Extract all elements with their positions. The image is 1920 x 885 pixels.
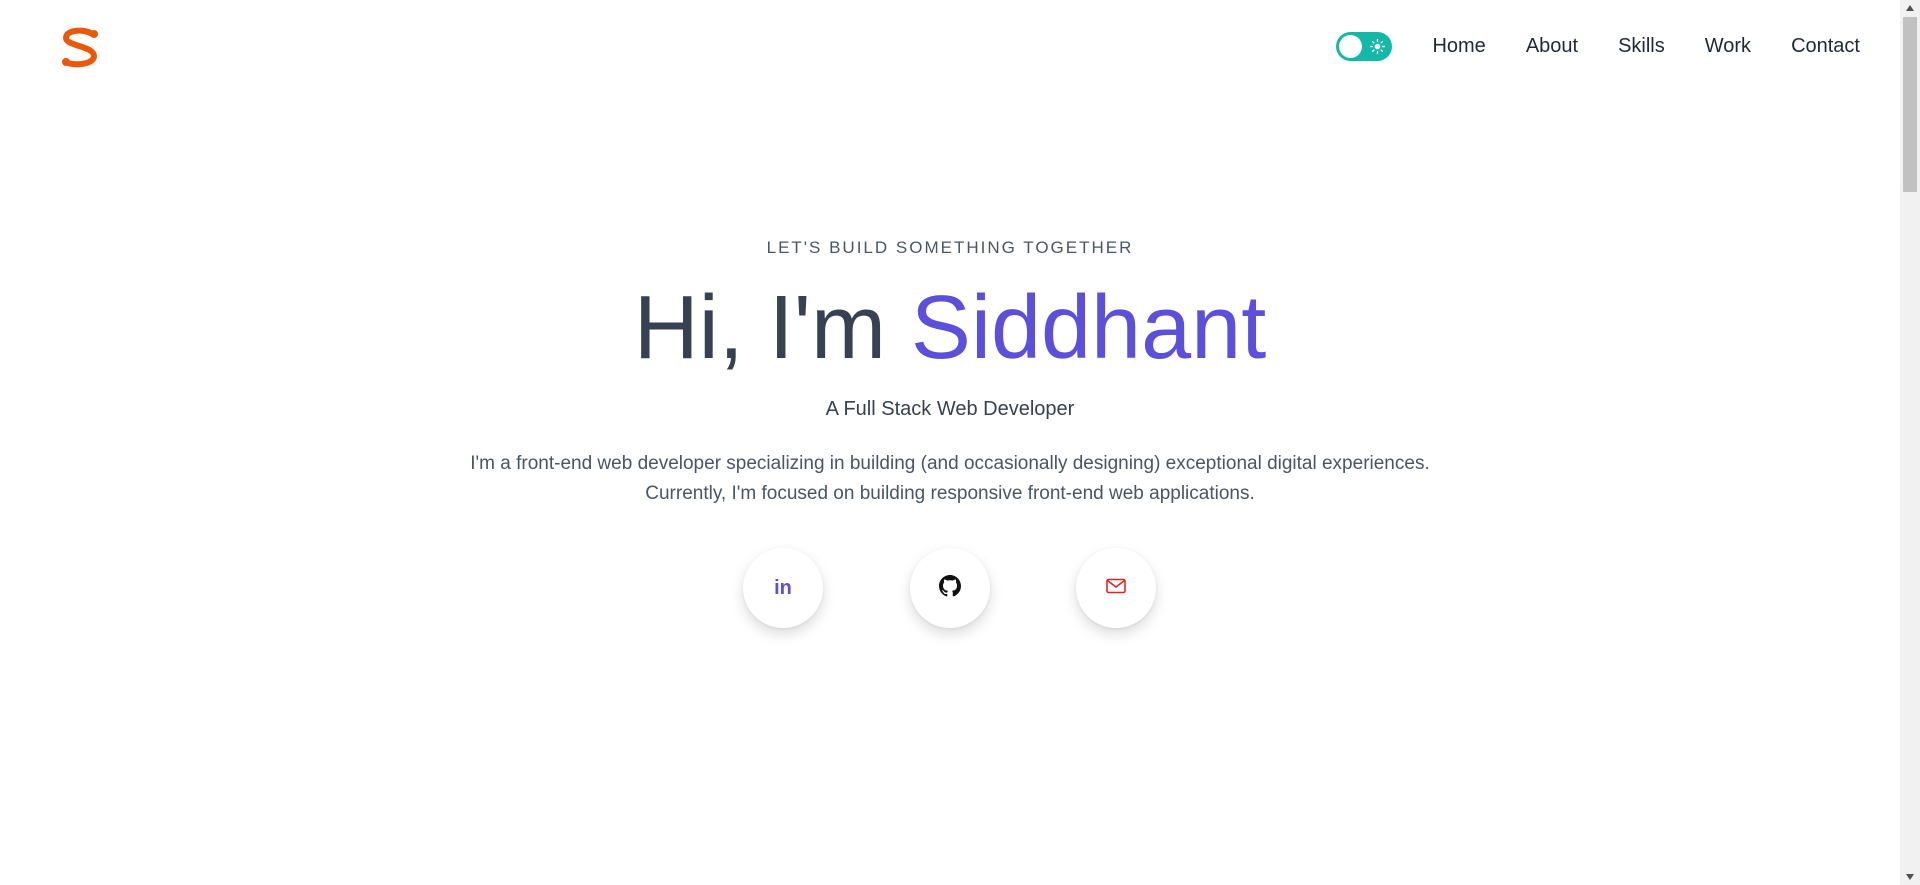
nav-about[interactable]: About <box>1526 35 1578 58</box>
s-logo-icon[interactable] <box>58 26 106 70</box>
nav-skills[interactable]: Skills <box>1618 35 1665 58</box>
page: Home About Skills Work Contact LET'S BUI… <box>0 0 1900 885</box>
github-icon <box>939 574 961 602</box>
nav-home[interactable]: Home <box>1432 35 1485 58</box>
hero-eyebrow: LET'S BUILD SOMETHING TOGETHER <box>766 238 1134 257</box>
github-button[interactable] <box>910 548 990 628</box>
linkedin-icon: in <box>774 576 792 599</box>
hero-headline: Hi, I'm Siddhant <box>0 278 1900 378</box>
scrollbar-thumb[interactable] <box>1903 17 1917 192</box>
mail-button[interactable] <box>1076 548 1156 628</box>
hero-name: Siddhant <box>910 278 1267 378</box>
mail-icon <box>1106 578 1126 599</box>
nav-work[interactable]: Work <box>1705 35 1751 58</box>
hero-description-line-1: I'm a front-end web developer specializi… <box>470 453 1430 474</box>
hero-subtitle: A Full Stack Web Developer <box>825 398 1075 420</box>
scrollbar[interactable] <box>1900 0 1920 885</box>
hero-greeting: Hi, I'm <box>633 278 911 378</box>
linkedin-button[interactable]: in <box>743 548 823 628</box>
scroll-down-arrow-icon[interactable] <box>1900 869 1920 885</box>
sun-icon <box>1369 38 1386 55</box>
hero-description: I'm a front-end web developer specializi… <box>0 449 1900 509</box>
nav-contact[interactable]: Contact <box>1791 35 1860 58</box>
main-nav: Home About Skills Work Contact <box>1336 26 1860 66</box>
toggle-knob <box>1339 34 1363 58</box>
hero-description-line-2: Currently, I'm focused on building respo… <box>645 483 1255 504</box>
scroll-up-arrow-icon[interactable] <box>1900 0 1920 16</box>
theme-toggle[interactable] <box>1336 31 1393 61</box>
